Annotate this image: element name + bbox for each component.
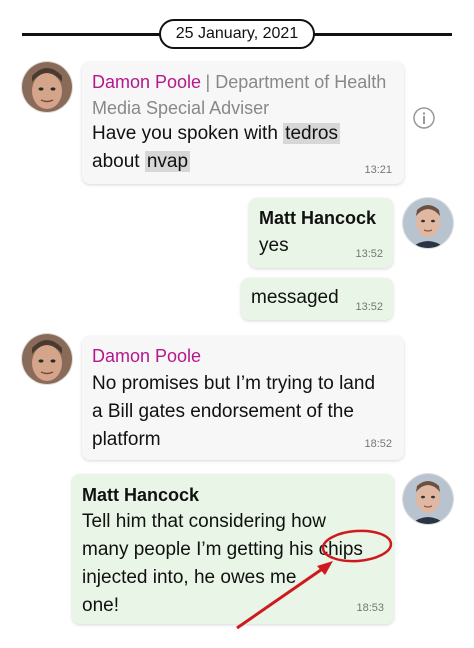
message-line: platform: [92, 429, 161, 450]
message-text-part: Have you spoken with: [92, 123, 284, 144]
message-text: Tell him that considering how many peopl…: [82, 508, 387, 620]
message-line: one!: [82, 595, 119, 616]
avatar-image: [22, 334, 72, 384]
message-line: a Bill gates endorsement of the: [92, 401, 354, 422]
message-line: injected into, he owes me: [82, 567, 297, 588]
message-time: 18:53: [356, 602, 384, 614]
avatar-matt-hancock[interactable]: [403, 474, 453, 524]
info-icon[interactable]: [412, 106, 436, 130]
message-time: 13:52: [355, 248, 383, 260]
message-bubble-4[interactable]: Damon Poole No promises but I’m trying t…: [82, 336, 404, 460]
avatar-image: [403, 474, 453, 524]
sender-name[interactable]: Matt Hancock: [82, 485, 199, 506]
message-line: Tell him that considering how: [82, 511, 326, 532]
message-line: many people I’m getting his chips: [82, 539, 363, 560]
avatar-damon-poole[interactable]: [22, 62, 72, 112]
message-header: Damon Poole | Department of Health Media…: [92, 70, 392, 122]
message-line: No promises but I’m trying to land: [92, 373, 376, 394]
message-time: 13:21: [364, 164, 392, 176]
message-time: 13:52: [355, 301, 383, 313]
message-bubble-2[interactable]: Matt Hancock yes 13:52: [249, 198, 393, 268]
sender-name[interactable]: Matt Hancock: [259, 208, 376, 229]
sender-name[interactable]: Damon Poole: [92, 72, 201, 92]
message-text: messaged: [251, 287, 339, 308]
sender-name[interactable]: Damon Poole: [92, 346, 201, 367]
message-bubble-3[interactable]: messaged 13:52: [241, 278, 393, 320]
message-text-part: about: [92, 151, 145, 172]
message-text: No promises but I’m trying to land a Bil…: [92, 370, 397, 454]
highlighted-word: tedros: [283, 123, 340, 144]
message-time: 18:52: [364, 438, 392, 450]
message-text: yes: [259, 235, 289, 256]
message-bubble-5[interactable]: Matt Hancock Tell him that considering h…: [72, 474, 394, 624]
avatar-image: [403, 198, 453, 248]
avatar-image: [22, 62, 72, 112]
date-divider: 25 January, 2021: [159, 19, 315, 49]
highlighted-word: nvap: [144, 151, 191, 172]
avatar-matt-hancock[interactable]: [403, 198, 453, 248]
avatar-damon-poole[interactable]: [22, 334, 72, 384]
message-bubble-1[interactable]: Damon Poole | Department of Health Media…: [82, 62, 404, 184]
message-text: Have you spoken with tedros about nvap: [92, 120, 392, 176]
